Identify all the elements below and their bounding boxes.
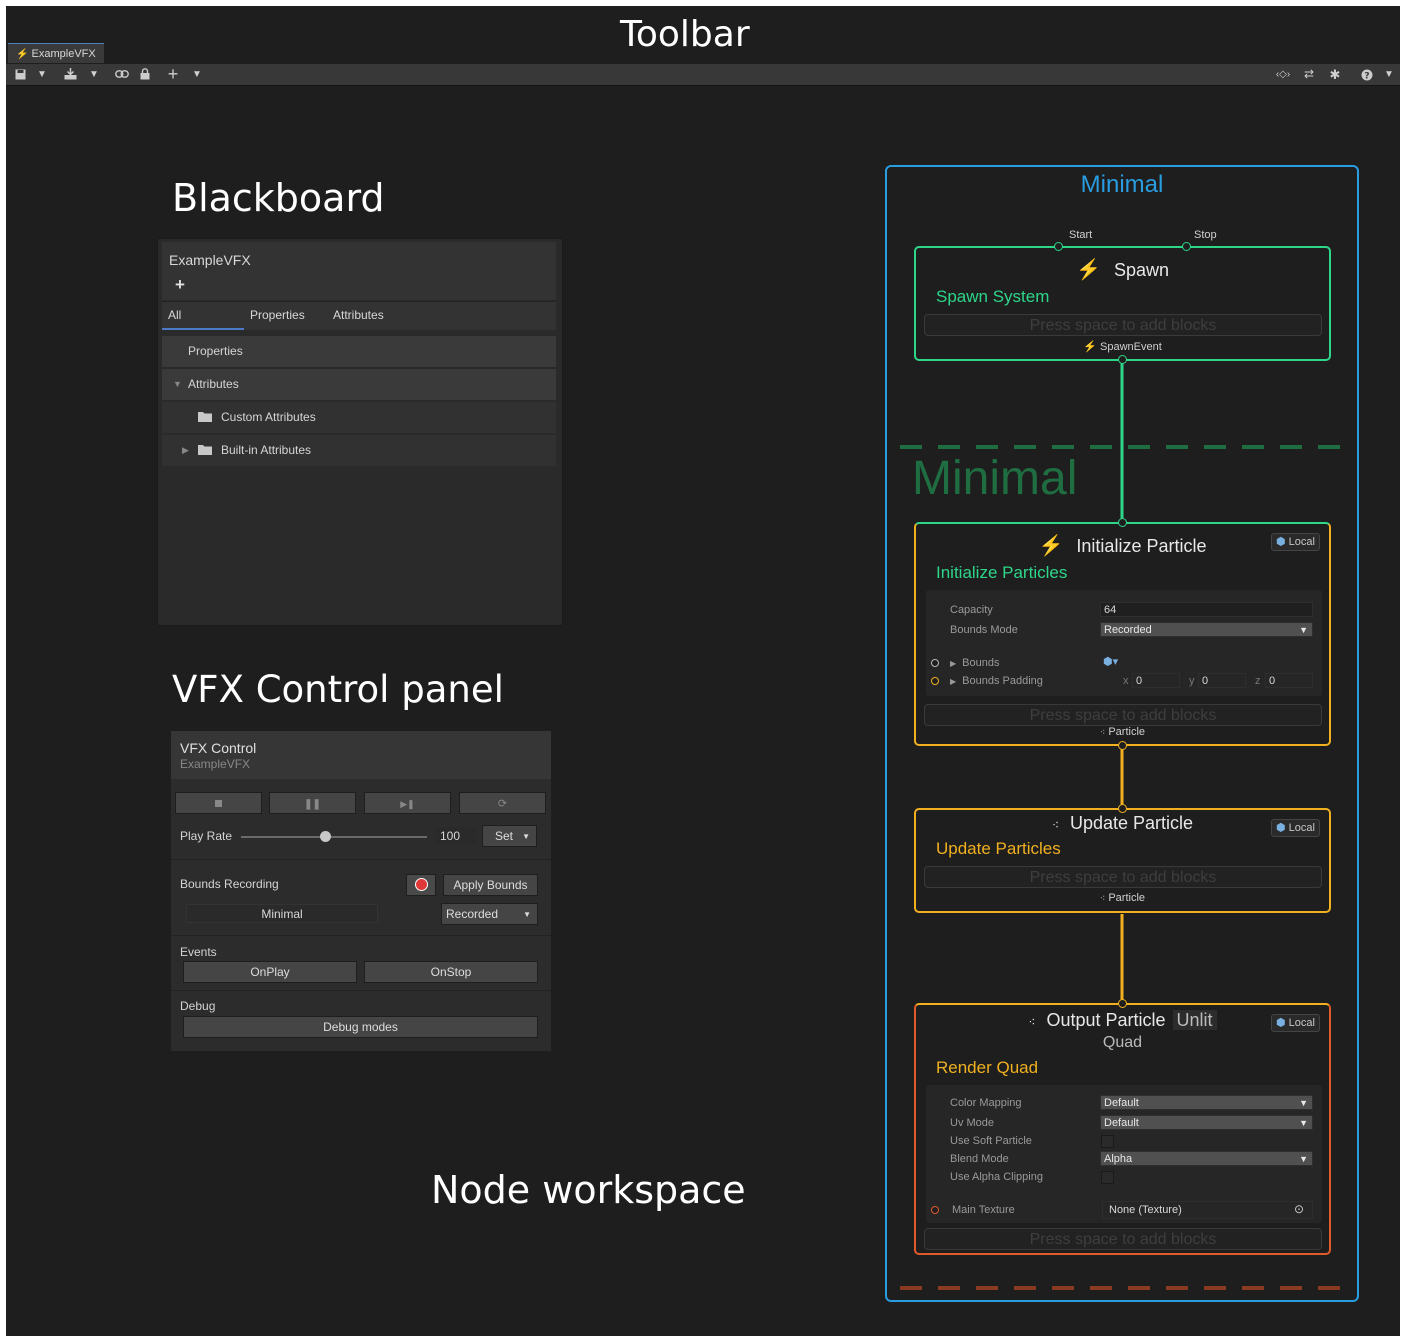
update-title: ⁖ Update Particle bbox=[916, 813, 1329, 834]
update-title-label: Update Particle bbox=[1069, 813, 1194, 833]
main-texture-port[interactable] bbox=[931, 1206, 939, 1214]
update-context[interactable]: ⁖ Update Particle ⬢ Local Update Particl… bbox=[914, 804, 1331, 913]
update-add-blocks-hint[interactable]: Press space to add blocks bbox=[924, 866, 1322, 888]
start-label: Start bbox=[1069, 229, 1093, 241]
space-toggle[interactable]: ⬢ Local bbox=[1271, 819, 1320, 837]
output-context-name: Render Quad bbox=[936, 1058, 1039, 1077]
space-label: Local bbox=[1288, 1017, 1315, 1029]
uv-mode-dropdown[interactable]: Default ▼ bbox=[1100, 1115, 1313, 1130]
output-mode-label: Unlit bbox=[1172, 1010, 1217, 1030]
bounds-mode-label: Bounds Mode bbox=[950, 624, 1018, 636]
particle-icon: ⁖ bbox=[1051, 818, 1059, 832]
update-output-label: ⁖ Particle bbox=[916, 892, 1329, 904]
color-mapping-label: Color Mapping bbox=[950, 1097, 1022, 1109]
spawn-context[interactable]: ⚡ Spawn Spawn System Press space to add … bbox=[914, 242, 1331, 364]
space-label: Local bbox=[1288, 822, 1315, 834]
spawn-add-blocks-hint[interactable]: Press space to add blocks bbox=[924, 314, 1322, 336]
spawnevent-label: SpawnEvent bbox=[1100, 341, 1162, 353]
update-context-name: Update Particles bbox=[936, 839, 1061, 858]
initialize-context[interactable]: ⚡ Initialize Particle ⬢ Local Initialize… bbox=[914, 518, 1331, 750]
initialize-input-port[interactable] bbox=[1118, 518, 1127, 527]
bounds-padding-port[interactable] bbox=[931, 677, 939, 685]
spawn-context-name: Spawn System bbox=[936, 287, 1050, 306]
bounds-padding-y[interactable]: 0 bbox=[1198, 673, 1246, 688]
stop-label: Stop bbox=[1194, 229, 1217, 241]
soft-particle-label: Use Soft Particle bbox=[950, 1135, 1032, 1147]
chevron-down-icon: ▼ bbox=[1299, 1118, 1308, 1128]
spawn-output-port[interactable] bbox=[1118, 355, 1127, 364]
blend-mode-dropdown[interactable]: Alpha ▼ bbox=[1100, 1151, 1313, 1166]
particle-icon: ⁖ bbox=[1099, 727, 1106, 737]
space-toggle[interactable]: ⬢ Local bbox=[1271, 1014, 1320, 1032]
blend-mode-value: Alpha bbox=[1104, 1153, 1133, 1165]
bounds-padding-x[interactable]: 0 bbox=[1132, 673, 1180, 688]
lightning-icon: ⚡ bbox=[1076, 259, 1101, 281]
x-label: x bbox=[1123, 675, 1129, 687]
output-input-port[interactable] bbox=[1118, 999, 1127, 1008]
initialize-add-blocks-hint[interactable]: Press space to add blocks bbox=[924, 704, 1322, 726]
bounds-mode-dropdown[interactable]: Recorded ▼ bbox=[1100, 622, 1313, 637]
alpha-clipping-label: Use Alpha Clipping bbox=[950, 1171, 1043, 1183]
color-mapping-value: Default bbox=[1104, 1097, 1139, 1109]
initialize-context-name: Initialize Particles bbox=[936, 563, 1068, 582]
bounds-label-text: Bounds bbox=[962, 657, 1000, 669]
particle-label: Particle bbox=[1108, 892, 1146, 904]
output-add-blocks-hint[interactable]: Press space to add blocks bbox=[924, 1228, 1322, 1250]
initialize-title-label: Initialize Particle bbox=[1076, 536, 1207, 556]
spawn-title: ⚡ Spawn bbox=[916, 257, 1329, 282]
bounds-padding-z[interactable]: 0 bbox=[1265, 673, 1313, 688]
bounds-label: ▶ Bounds bbox=[950, 657, 999, 669]
spawn-output-label: ⚡ SpawnEvent bbox=[916, 340, 1329, 353]
bounds-port[interactable] bbox=[931, 659, 939, 667]
initialize-output-port[interactable] bbox=[1118, 741, 1127, 750]
update-input-port[interactable] bbox=[1118, 804, 1127, 813]
initialize-output-label: ⁖ Particle bbox=[916, 726, 1329, 738]
chevron-down-icon: ▼ bbox=[1299, 625, 1308, 635]
expand-arrow-icon[interactable]: ▶ bbox=[950, 659, 956, 668]
chevron-down-icon: ▼ bbox=[1299, 1098, 1308, 1108]
y-label: y bbox=[1189, 675, 1195, 687]
start-port[interactable] bbox=[1054, 242, 1063, 251]
lightning-icon: ⚡ bbox=[1083, 341, 1097, 353]
capacity-field[interactable]: 64 bbox=[1100, 602, 1313, 617]
vfx-graph-window: Toolbar ⚡ ExampleVFX ▼ ▼ + ▼ ‹◇› ⇄ ✱ ? ▼… bbox=[6, 6, 1400, 1336]
main-texture-label: Main Texture bbox=[952, 1204, 1015, 1216]
uv-mode-value: Default bbox=[1104, 1117, 1139, 1129]
expand-arrow-icon[interactable]: ▶ bbox=[950, 677, 956, 686]
space-toggle[interactable]: ⬢ Local bbox=[1271, 533, 1320, 551]
soft-particle-checkbox[interactable] bbox=[1101, 1135, 1114, 1148]
particle-icon: ⁖ bbox=[1028, 1015, 1036, 1029]
initialize-title: ⚡ Initialize Particle bbox=[916, 533, 1329, 558]
cube-picker-icon[interactable]: ⬢▾ bbox=[1103, 655, 1118, 668]
blend-mode-label: Blend Mode bbox=[950, 1153, 1009, 1165]
cube-icon: ⬢ bbox=[1276, 1017, 1286, 1029]
cube-icon: ⬢ bbox=[1276, 536, 1286, 548]
bounds-padding-label: ▶ Bounds Padding bbox=[950, 675, 1043, 687]
capacity-label: Capacity bbox=[950, 604, 993, 616]
color-mapping-dropdown[interactable]: Default ▼ bbox=[1100, 1095, 1313, 1110]
spawn-title-label: Spawn bbox=[1113, 260, 1169, 280]
output-context[interactable]: ⁖ Output Particle Unlit Quad ⬢ Local Ren… bbox=[914, 999, 1331, 1255]
alpha-clipping-checkbox[interactable] bbox=[1101, 1171, 1114, 1184]
output-title-label: Output Particle bbox=[1046, 1010, 1166, 1030]
main-texture-field[interactable]: None (Texture) bbox=[1102, 1201, 1313, 1219]
chevron-down-icon: ▼ bbox=[1299, 1154, 1308, 1164]
stop-port[interactable] bbox=[1182, 242, 1191, 251]
cube-icon: ⬢ bbox=[1276, 822, 1286, 834]
particle-label: Particle bbox=[1108, 726, 1146, 738]
bounds-padding-label-text: Bounds Padding bbox=[962, 675, 1043, 687]
lightning-icon: ⚡ bbox=[1038, 535, 1064, 557]
space-label: Local bbox=[1288, 536, 1315, 548]
bounds-mode-value: Recorded bbox=[1104, 624, 1152, 636]
particle-icon: ⁖ bbox=[1099, 893, 1106, 903]
output-title: ⁖ Output Particle Unlit bbox=[916, 1010, 1329, 1031]
uv-mode-label: Uv Mode bbox=[950, 1117, 995, 1129]
output-subtitle: Quad bbox=[1102, 1034, 1143, 1051]
group-title[interactable]: Minimal bbox=[912, 451, 1077, 506]
z-label: z bbox=[1255, 675, 1261, 687]
object-picker-icon[interactable]: ⊙ bbox=[1294, 1202, 1304, 1216]
